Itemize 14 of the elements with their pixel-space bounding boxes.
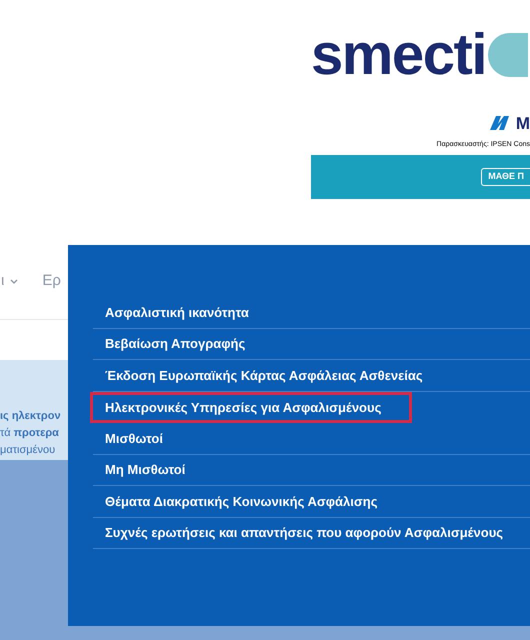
notice-text: ματισμένου: [0, 443, 56, 458]
logo-text: smecti: [311, 26, 486, 84]
menu-item[interactable]: Ηλεκτρονικές Υπηρεσίες για Ασφαλισμένους: [90, 392, 412, 423]
notice-text: ις ηλεκτρον: [0, 409, 61, 424]
brand-logo-icon: [490, 116, 512, 130]
menu-item[interactable]: Βεβαίωση Απογραφής: [93, 328, 530, 360]
menu-item[interactable]: Έκδοση Ευρωπαϊκής Κάρτας Ασφάλειας Ασθενείας: [93, 360, 530, 392]
notice-text: τά προτερα: [0, 426, 59, 441]
menu-item[interactable]: Μισθωτοί: [93, 423, 530, 454]
menu-item[interactable]: Θέματα Διακρατικής Κοινωνικής Ασφάλισης: [93, 486, 530, 518]
menu-item[interactable]: Ασφαλιστική ικανότητα: [93, 297, 530, 328]
brand-text: M: [516, 114, 530, 132]
menu-item[interactable]: Μη Μισθωτοί: [93, 454, 530, 486]
menu-item[interactable]: Συχνές ερωτήσεις και απαντήσεις που αφορούν Ασφαλισμένους: [93, 518, 530, 549]
